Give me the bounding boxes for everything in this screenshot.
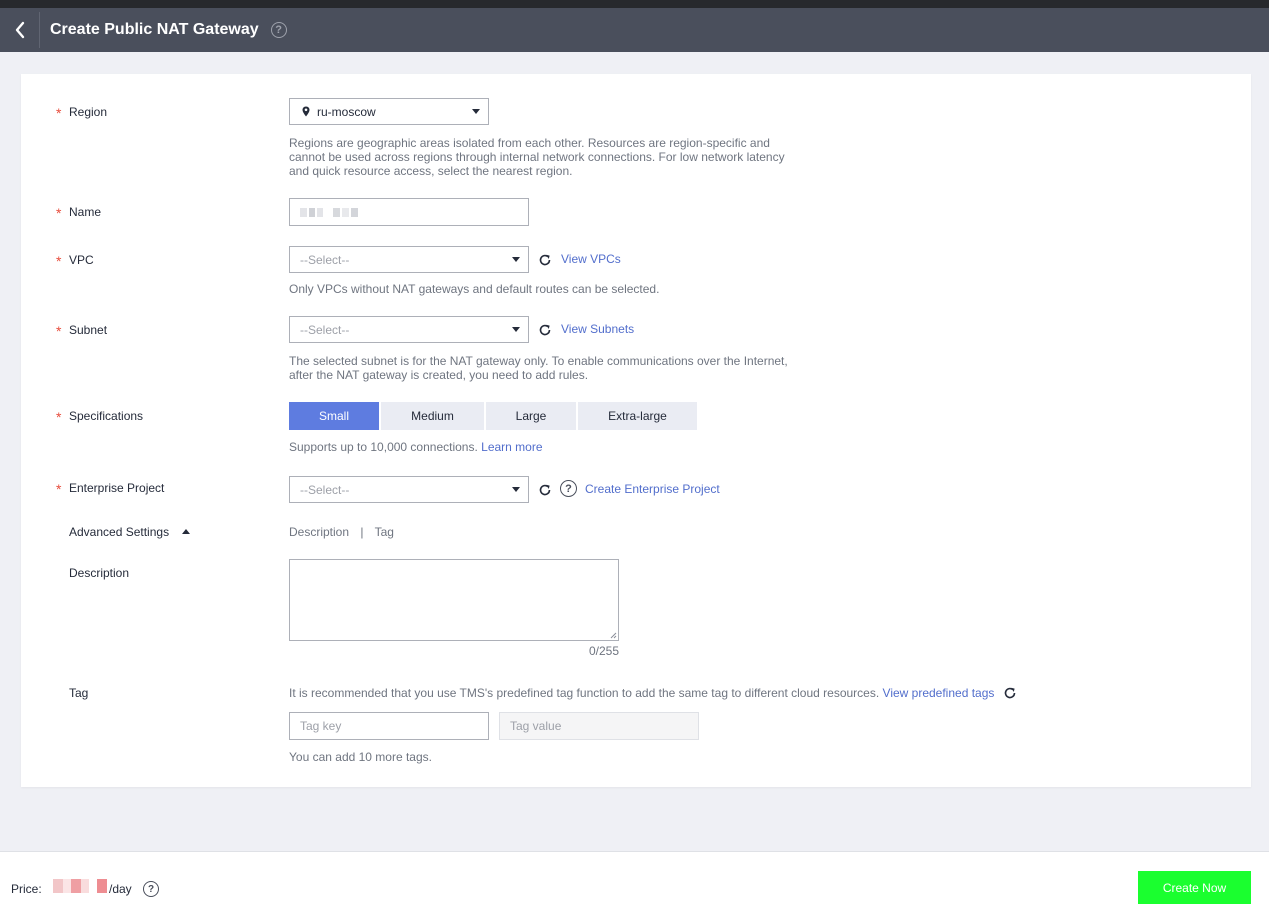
region-hint: Regions are geographic areas isolated fr…: [289, 136, 785, 178]
tag-hint: It is recommended that you use TMS's pre…: [289, 686, 995, 700]
tag-value-placeholder: Tag value: [510, 719, 562, 733]
help-icon[interactable]: ?: [270, 22, 287, 38]
tag-value-input[interactable]: Tag value: [499, 712, 699, 740]
name-input[interactable]: [289, 198, 529, 226]
chevron-left-icon: [15, 21, 24, 39]
learn-more-link[interactable]: Learn more: [481, 440, 542, 454]
advanced-settings-label: Advanced Settings: [69, 525, 170, 539]
spec-medium-button[interactable]: Medium: [381, 402, 484, 430]
resize-grip-icon[interactable]: [609, 631, 617, 639]
view-predefined-tags-link[interactable]: View predefined tags: [883, 686, 995, 700]
chevron-down-icon: [512, 327, 520, 332]
region-label: * Region: [56, 105, 108, 121]
refresh-icon[interactable]: [1003, 686, 1017, 700]
required-mark: *: [56, 323, 62, 339]
create-enterprise-project-link[interactable]: Create Enterprise Project: [585, 482, 720, 496]
tag-more-text: You can add 10 more tags.: [289, 750, 432, 764]
specifications-button-group: Small Medium Large Extra-large: [289, 402, 699, 430]
help-icon[interactable]: ?: [560, 480, 577, 497]
page-header: Create Public NAT Gateway ?: [0, 8, 1269, 52]
required-mark: *: [56, 409, 62, 425]
price-label: Price:: [11, 882, 42, 896]
help-icon[interactable]: ?: [143, 881, 159, 897]
price-unit: /day: [109, 882, 132, 896]
vpc-select[interactable]: --Select--: [289, 246, 529, 273]
enterprise-project-placeholder: --Select--: [300, 482, 350, 497]
name-label: * Name: [56, 205, 102, 221]
refresh-icon[interactable]: [538, 323, 552, 337]
spec-extra-large-button[interactable]: Extra-large: [578, 402, 697, 430]
view-vpcs-link[interactable]: View VPCs: [561, 252, 621, 266]
refresh-icon[interactable]: [538, 253, 552, 267]
advanced-settings-toggle[interactable]: Advanced Settings: [69, 525, 191, 539]
vpc-label: * VPC: [56, 253, 94, 269]
enterprise-project-label: * Enterprise Project: [56, 481, 165, 497]
tag-key-placeholder: Tag key: [300, 719, 342, 733]
chevron-down-icon: [512, 487, 520, 492]
masked-name-value: [300, 207, 358, 217]
required-mark: *: [56, 205, 62, 221]
masked-price-value: [53, 879, 109, 893]
refresh-icon[interactable]: [538, 483, 552, 497]
advanced-tabs: Description | Tag: [289, 525, 394, 539]
required-mark: *: [56, 481, 62, 497]
location-pin-icon: [302, 106, 310, 117]
subnet-hint: The selected subnet is for the NAT gatew…: [289, 354, 788, 382]
required-mark: *: [56, 105, 62, 121]
vpc-hint: Only VPCs without NAT gateways and defau…: [289, 282, 660, 296]
region-select[interactable]: ru-moscow: [289, 98, 489, 125]
form-card: * Region ru-moscow Regions are geographi…: [21, 74, 1251, 787]
tag-label: Tag: [69, 686, 89, 700]
back-button[interactable]: [0, 12, 40, 48]
subnet-select[interactable]: --Select--: [289, 316, 529, 343]
specifications-label: * Specifications: [56, 409, 144, 425]
specifications-hint: Supports up to 10,000 connections. Learn…: [289, 440, 543, 454]
tab-separator: |: [360, 525, 364, 539]
tag-key-input[interactable]: Tag key: [289, 712, 489, 740]
tab-description[interactable]: Description: [289, 525, 349, 539]
subnet-label: * Subnet: [56, 323, 108, 339]
caret-up-icon: [182, 529, 191, 534]
chevron-down-icon: [472, 109, 480, 114]
tab-tag[interactable]: Tag: [375, 525, 394, 539]
spec-large-button[interactable]: Large: [486, 402, 576, 430]
description-textarea[interactable]: [289, 559, 619, 641]
top-strip: [0, 0, 1269, 8]
region-value: ru-moscow: [317, 104, 376, 119]
footer-bar: Price: /day ? Create Now: [0, 851, 1269, 911]
chevron-down-icon: [512, 257, 520, 262]
create-now-button[interactable]: Create Now: [1138, 871, 1251, 904]
spec-small-button[interactable]: Small: [289, 402, 379, 430]
description-label: Description: [69, 566, 130, 580]
description-counter: 0/255: [589, 644, 620, 658]
vpc-placeholder: --Select--: [300, 252, 350, 267]
view-subnets-link[interactable]: View Subnets: [561, 322, 634, 336]
subnet-placeholder: --Select--: [300, 322, 350, 337]
enterprise-project-select[interactable]: --Select--: [289, 476, 529, 503]
required-mark: *: [56, 253, 62, 269]
page-title: Create Public NAT Gateway: [50, 21, 259, 38]
